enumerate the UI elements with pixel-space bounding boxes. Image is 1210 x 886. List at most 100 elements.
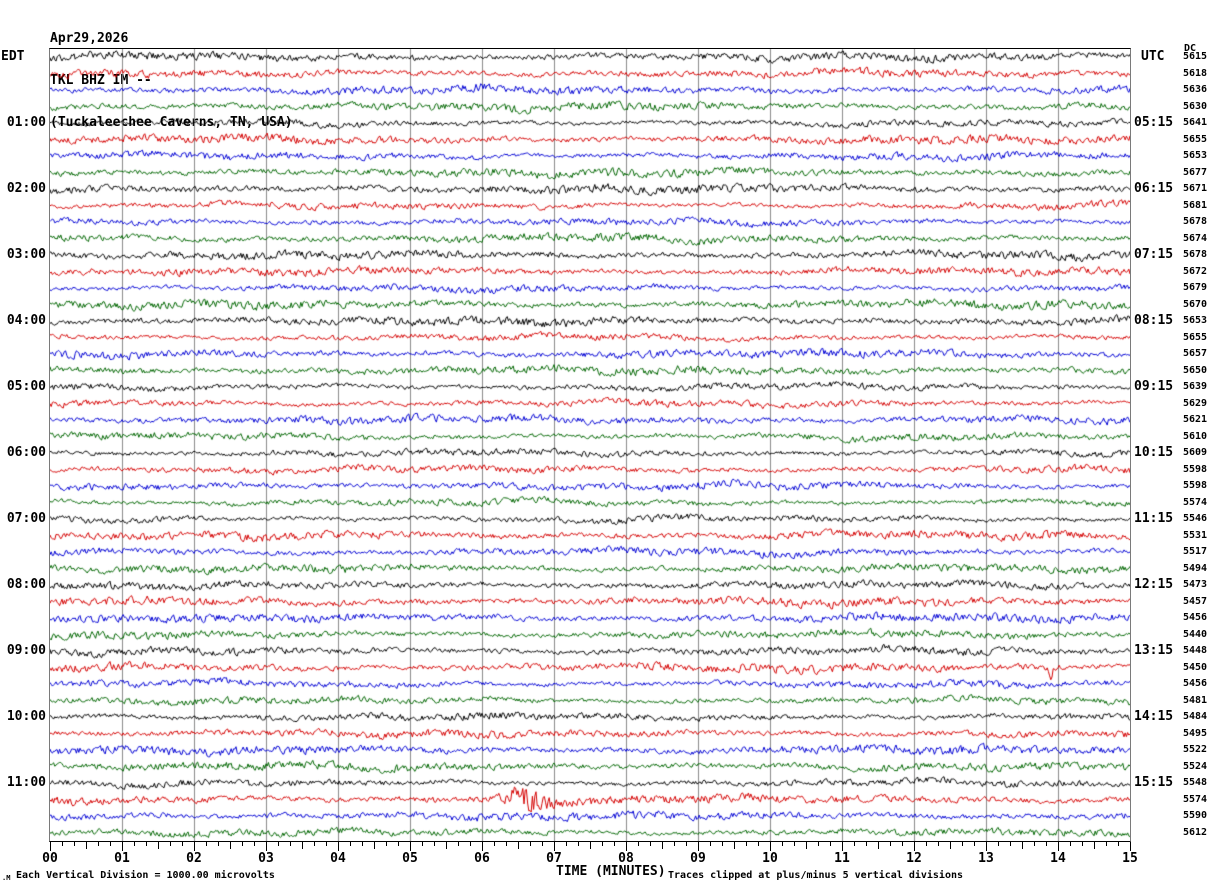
dc-value: 5618 [1183, 67, 1208, 79]
x-tick-label: 12 [906, 851, 922, 866]
dc-value: 5641 [1183, 117, 1208, 128]
x-minor-tick [518, 842, 519, 849]
x-major-tick [986, 842, 987, 851]
x-tick-label: 14 [1050, 851, 1066, 866]
x-minor-tick [110, 842, 111, 846]
dc-value: 5609 [1183, 447, 1208, 458]
x-minor-tick [1034, 842, 1035, 846]
dc-value: 5598 [1183, 463, 1208, 475]
dc-value: 5678 [1183, 249, 1208, 260]
x-major-tick [410, 842, 411, 851]
dc-value: 5655 [1183, 133, 1208, 145]
edt-hour-label: 10:00 [6, 709, 46, 724]
x-minor-tick [542, 842, 543, 846]
edt-hour-label: 02:00 [6, 181, 46, 196]
x-major-tick [698, 842, 699, 851]
dc-value: 5672 [1183, 265, 1208, 277]
x-minor-tick [818, 842, 819, 846]
x-minor-tick [806, 842, 807, 849]
x-minor-tick [458, 842, 459, 846]
x-axis-title: TIME (MINUTES) [556, 864, 666, 879]
x-tick-label: 03 [258, 851, 274, 866]
dc-value: 5548 [1183, 777, 1208, 788]
x-minor-tick [1082, 842, 1083, 846]
dc-value: 5574 [1183, 793, 1208, 805]
utc-hour-label: 14:15 [1134, 709, 1174, 724]
x-major-tick [194, 842, 195, 851]
x-minor-tick [278, 842, 279, 846]
x-tick-label: 06 [474, 851, 490, 866]
utc-hour-label: 13:15 [1134, 643, 1174, 658]
edt-hour-label: 03:00 [6, 247, 46, 262]
x-minor-tick [242, 842, 243, 846]
x-tick-label: 15 [1122, 851, 1138, 866]
x-tick-label: 11 [834, 851, 850, 866]
x-major-tick [1058, 842, 1059, 851]
x-minor-tick [398, 842, 399, 846]
x-major-tick [770, 842, 771, 851]
utc-hour-label: 06:15 [1134, 181, 1174, 196]
x-major-tick [1130, 842, 1131, 851]
x-major-tick [122, 842, 123, 851]
edt-hour-label: 08:00 [6, 577, 46, 592]
seismogram-page: Apr29,2026 TKL BHZ IM -- (Tuckaleechee C… [0, 0, 1210, 886]
x-minor-tick [314, 842, 315, 846]
dc-value: 5621 [1183, 414, 1208, 425]
x-minor-tick [182, 842, 183, 846]
edt-hour-label: 06:00 [6, 445, 46, 460]
x-minor-tick [638, 842, 639, 846]
x-tick-label: 13 [978, 851, 994, 866]
x-minor-tick [590, 842, 591, 849]
dc-value: 5679 [1183, 282, 1208, 293]
dc-value: 5630 [1183, 100, 1208, 112]
x-minor-tick [1118, 842, 1119, 846]
dc-value: 5484 [1183, 711, 1208, 722]
x-minor-tick [470, 842, 471, 846]
x-major-tick [914, 842, 915, 851]
x-tick-label: 10 [762, 851, 778, 866]
dc-value: 5653 [1183, 315, 1208, 326]
x-major-tick [266, 842, 267, 851]
x-minor-tick [674, 842, 675, 846]
x-tick-label: 05 [402, 851, 418, 866]
x-minor-tick [350, 842, 351, 846]
dc-value: 5610 [1183, 430, 1208, 442]
x-minor-tick [710, 842, 711, 846]
x-minor-tick [158, 842, 159, 849]
utc-hour-label: 11:15 [1134, 511, 1174, 526]
dc-value: 5590 [1183, 810, 1208, 821]
edt-hour-label: 11:00 [6, 775, 46, 790]
x-major-tick [554, 842, 555, 851]
x-tick-label: 01 [114, 851, 130, 866]
x-minor-tick [902, 842, 903, 846]
dc-value: 5650 [1183, 364, 1208, 376]
x-minor-tick [1046, 842, 1047, 846]
title-date: Apr29,2026 [50, 31, 129, 46]
edt-hour-label: 09:00 [6, 643, 46, 658]
dc-value: 5481 [1183, 694, 1208, 706]
x-minor-tick [530, 842, 531, 846]
x-major-tick [842, 842, 843, 851]
x-major-tick [482, 842, 483, 851]
x-minor-tick [290, 842, 291, 846]
x-minor-tick [302, 842, 303, 849]
dc-value: 5657 [1183, 348, 1208, 359]
x-minor-tick [362, 842, 363, 846]
x-minor-tick [722, 842, 723, 846]
x-minor-tick [1094, 842, 1095, 849]
utc-hour-label: 09:15 [1134, 379, 1174, 394]
dc-value: 5615 [1183, 51, 1208, 62]
utc-hour-label: 07:15 [1134, 247, 1174, 262]
x-minor-tick [950, 842, 951, 849]
dc-value: 5517 [1183, 546, 1208, 557]
x-major-tick [50, 842, 51, 851]
dc-value: 5531 [1183, 529, 1208, 541]
x-minor-tick [878, 842, 879, 849]
dc-value: 5681 [1183, 199, 1208, 211]
dc-value: 5636 [1183, 84, 1208, 95]
x-minor-tick [74, 842, 75, 846]
x-minor-tick [386, 842, 387, 846]
x-minor-tick [446, 842, 447, 849]
edt-hour-label: 01:00 [6, 115, 46, 130]
clip-note: Traces clipped at plus/minus 5 vertical … [668, 870, 964, 881]
